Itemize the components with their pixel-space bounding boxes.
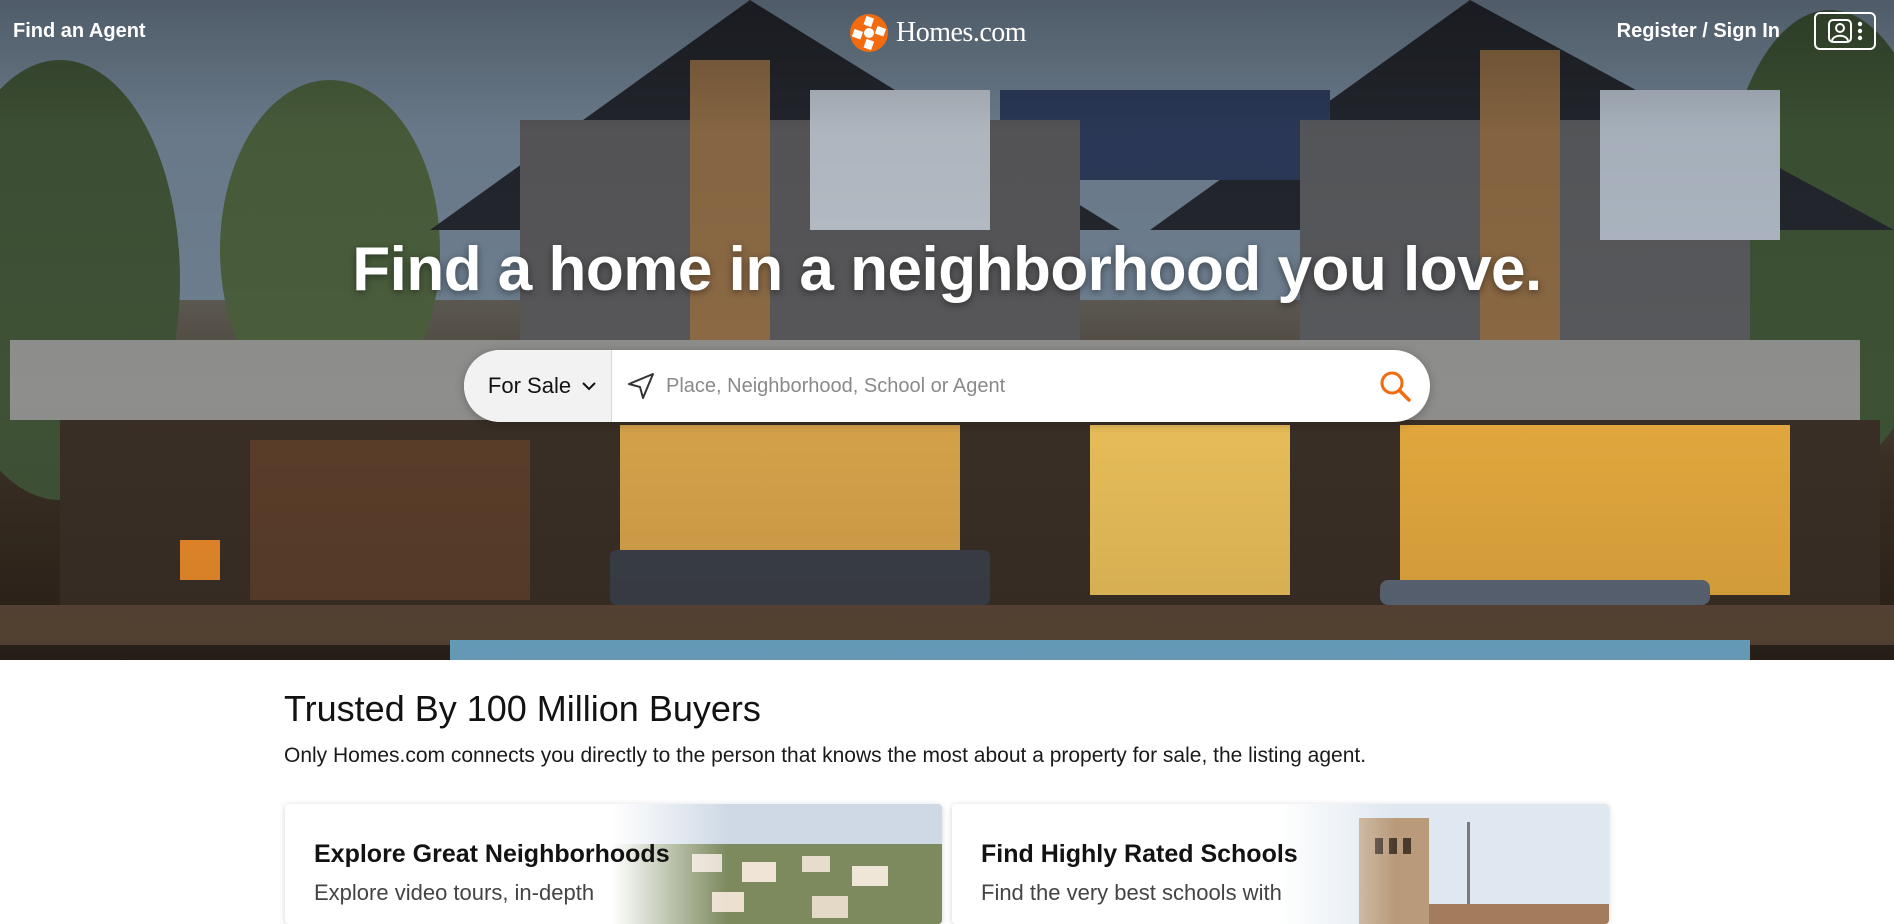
school-image	[1279, 804, 1609, 924]
card-title: Find Highly Rated Schools	[981, 840, 1298, 868]
logo-text: Homes.com	[896, 17, 1027, 48]
register-signin-link[interactable]: Register / Sign In	[1617, 20, 1780, 43]
kebab-icon	[1857, 21, 1863, 41]
schools-card[interactable]: Find Highly Rated Schools Find the very …	[952, 804, 1609, 924]
search-button[interactable]	[1360, 350, 1430, 422]
hero-banner: Find an Agent Homes.com Register / Sign …	[0, 0, 1894, 660]
card-description: Find the very best schools with	[981, 880, 1282, 905]
account-icon	[1828, 19, 1852, 43]
card-title: Explore Great Neighborhoods	[314, 840, 670, 868]
trusted-subtitle: Only Homes.com connects you directly to …	[284, 744, 1367, 767]
find-agent-link[interactable]: Find an Agent	[13, 20, 146, 43]
neighborhoods-card[interactable]: Explore Great Neighborhoods Explore vide…	[285, 804, 942, 924]
account-menu-button[interactable]	[1814, 12, 1876, 50]
homes-logo[interactable]: Homes.com	[848, 12, 1027, 54]
listing-type-select[interactable]: For Sale	[464, 350, 612, 422]
listing-type-label: For Sale	[487, 373, 572, 398]
hero-overlay	[0, 0, 1894, 660]
search-bar: For Sale	[464, 350, 1430, 422]
chevron-down-icon	[582, 382, 596, 391]
hero-headline: Find a home in a neighborhood you love.	[352, 235, 1542, 304]
search-input[interactable]	[656, 355, 1360, 417]
logo-icon	[850, 14, 888, 52]
card-description: Explore video tours, in-depth	[314, 880, 595, 905]
trusted-title: Trusted By 100 Million Buyers	[284, 688, 761, 729]
location-arrow-icon[interactable]	[626, 371, 656, 401]
search-icon	[1380, 371, 1411, 402]
